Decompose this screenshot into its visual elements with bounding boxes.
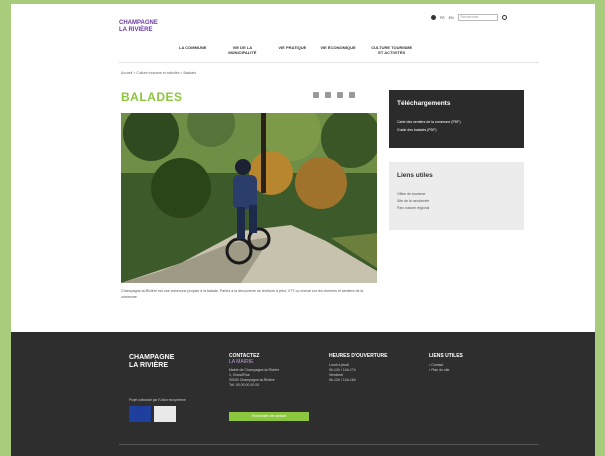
footer-logo-line-2: LA RIVIÈRE <box>129 362 169 369</box>
nav-divider <box>119 62 539 63</box>
page-title: BALADES <box>121 90 183 104</box>
lang-fr[interactable]: FR <box>440 16 445 20</box>
footer-logo-line-1: CHAMPAGNE <box>129 354 175 361</box>
search-icon[interactable] <box>501 15 507 20</box>
nav-item[interactable]: LA COMMUNE <box>179 45 206 55</box>
contact-subtitle: LA MAIRIE <box>229 358 254 365</box>
photo-caption: Champagne-la-Rivière est une commune pro… <box>121 289 364 299</box>
footer-hours: HEURES D'OUVERTURE Lundi à jeudi 9h-12h … <box>329 353 388 383</box>
footer-divider <box>119 444 539 445</box>
top-bar: FR EN Rechercher <box>431 14 507 21</box>
nav-item[interactable]: VIE DE LA MUNICIPALITÉ <box>220 45 264 55</box>
main-nav: LA COMMUNE VIE DE LA MUNICIPALITÉ VIE PR… <box>179 45 414 55</box>
hero-photo <box>121 113 377 283</box>
contact-line: Tél. 00 00 00 00 00 <box>229 383 260 387</box>
hours-title: HEURES D'OUVERTURE <box>329 353 388 359</box>
useful-links-title: Liens utiles <box>397 172 433 179</box>
partners-label: Projet cofinancé par l'Union européenne <box>129 398 186 402</box>
print-icon[interactable] <box>313 92 319 98</box>
nav-item[interactable]: CULTURE TOURISME ET ACTIVITÉS <box>370 45 414 55</box>
downloads-title: Téléchargements <box>397 100 451 107</box>
download-link[interactable]: Guide des balades (PDF) <box>397 128 437 132</box>
font-larger-icon[interactable] <box>349 92 355 98</box>
useful-link[interactable]: Office de tourisme <box>397 192 425 196</box>
contact-button[interactable]: Formulaire de contact <box>229 412 309 421</box>
font-smaller-icon[interactable] <box>337 92 343 98</box>
useful-links-box: Liens utiles Office de tourisme Site de … <box>389 162 524 230</box>
footer-link[interactable]: • Plan du site <box>429 368 463 373</box>
breadcrumb[interactable]: Accueil > Culture tourisme et activités … <box>121 71 196 75</box>
footer-links-title: LIENS UTILES <box>429 353 463 359</box>
footer-logo[interactable]: CHAMPAGNE LA RIVIÈRE <box>129 354 174 370</box>
site-logo[interactable]: CHAMPAGNE LA RIVIÈRE <box>119 20 179 34</box>
eu-flag-logo <box>129 406 151 422</box>
share-icon[interactable] <box>325 92 331 98</box>
logo-line-2: LA RIVIÈRE <box>119 27 153 33</box>
search-input[interactable]: Rechercher <box>457 14 498 21</box>
partner-logo <box>154 406 176 422</box>
page: CHAMPAGNE LA RIVIÈRE FR EN Rechercher LA… <box>11 4 595 456</box>
page-tools <box>313 92 355 98</box>
footer-links: LIENS UTILES • Contact • Plan du site <box>429 353 463 373</box>
downloads-box: Téléchargements Carte des sentiers de la… <box>389 90 524 148</box>
nav-item[interactable]: VIE ÉCONOMIQUE <box>320 45 355 55</box>
site-footer: CHAMPAGNE LA RIVIÈRE Projet cofinancé pa… <box>11 332 595 456</box>
logo-line-1: CHAMPAGNE <box>119 20 158 26</box>
nav-item[interactable]: VIE PRATIQUE <box>278 45 306 55</box>
footer-contact: CONTACTEZ LA MAIRIE Mairie de Champagne-l… <box>229 353 279 388</box>
lang-en[interactable]: EN <box>449 16 454 20</box>
useful-link[interactable]: Site de la randonnée <box>397 199 429 203</box>
language-icon[interactable] <box>431 15 436 20</box>
useful-link[interactable]: Parc naturel régional <box>397 206 429 210</box>
download-link[interactable]: Carte des sentiers de la commune (PDF) <box>397 120 461 124</box>
hours-line: 9h-12h / 14h-16h <box>329 377 356 382</box>
